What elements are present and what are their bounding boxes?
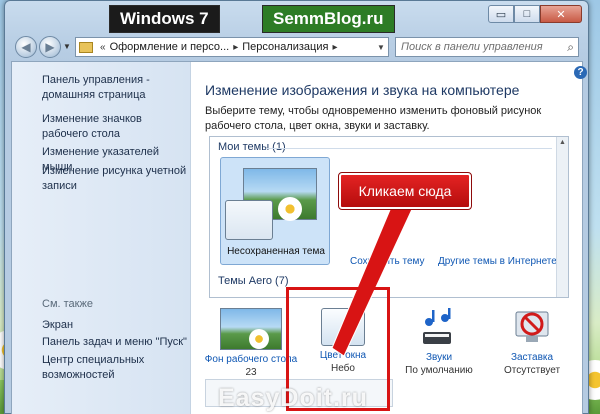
more-themes-online-link[interactable]: Другие темы в Интернете [438,256,557,267]
page-description: Выберите тему, чтобы одновременно измени… [205,105,542,132]
screensaver-label[interactable]: Заставка [484,352,580,363]
desktop-background-label[interactable]: Фон рабочего стола [203,354,299,365]
sidebar-link-home[interactable]: Панель управления - домашняя страница [42,73,187,103]
themes-scrollbar[interactable]: ▲ [556,137,568,297]
os-label: Windows 7 [109,5,220,33]
breadcrumb-personalization[interactable]: Персонализация [242,41,328,53]
recent-pages-dropdown-icon[interactable]: ▼ [63,42,71,51]
sidebar-link-account-picture[interactable]: Изменение рисунка учетной записи [42,164,187,194]
aero-themes-heading: Темы Aero (7) [218,275,289,287]
sounds-option[interactable]: Звуки По умолчанию [391,308,487,376]
theme-card-label: Несохраненная тема [227,246,325,257]
see-also-display[interactable]: Экран [42,318,187,333]
window-controls: ▭ □ ✕ [488,5,582,23]
search-input[interactable]: Поиск в панели управления ⌕ [395,37,579,57]
theme-window-color-thumbnail [225,200,273,240]
search-placeholder: Поиск в панели управления [401,41,543,53]
sidebar-link-desktop-icons[interactable]: Изменение значков рабочего стола [42,112,187,142]
group-divider [266,148,552,149]
page-title: Изменение изображения и звука на компьют… [205,82,520,98]
help-icon[interactable]: ? [574,66,587,79]
themes-list: Мои темы (1) Несохраненная тема Сохранит… [209,136,569,298]
control-panel-icon [79,41,93,53]
back-button[interactable]: ◀ [15,36,37,58]
chevron-right-icon[interactable]: « [100,42,106,53]
chevron-right-icon[interactable]: ▸ [332,42,337,53]
minimize-button[interactable]: ▭ [488,5,514,23]
wallpaper-icon [220,308,282,350]
address-dropdown-icon[interactable]: ▼ [374,43,388,52]
sounds-label[interactable]: Звуки [391,352,487,363]
navigation-row: ◀ ▶ ▼ « Оформление и персо... ▸ Персонал… [11,35,583,59]
search-icon[interactable]: ⌕ [567,40,574,55]
scroll-up-icon[interactable]: ▲ [559,139,566,146]
blog-label: SemmBlog.ru [262,5,395,33]
unsaved-theme-card[interactable]: Несохраненная тема [220,157,330,265]
sidebar: Панель управления - домашняя страница Из… [12,62,191,414]
screensaver-value: Отсутствует [503,365,561,376]
chevron-right-icon[interactable]: ▸ [233,42,238,53]
breadcrumb-appearance[interactable]: Оформление и персо... [110,41,230,53]
sounds-value: По умолчанию [405,365,473,376]
desktop-background-option[interactable]: Фон рабочего стола 23 [203,308,299,378]
sounds-icon [419,308,459,348]
annotation-callout: Кликаем сюда [338,172,472,210]
maximize-button[interactable]: □ [514,5,540,23]
see-also-taskbar[interactable]: Панель задач и меню "Пуск" [42,335,187,350]
close-button[interactable]: ✕ [540,5,582,23]
forward-button[interactable]: ▶ [39,36,61,58]
screensaver-option[interactable]: Заставка Отсутствует [484,308,580,376]
screensaver-icon [512,308,552,348]
daisy-image [278,197,302,221]
my-themes-heading: Мои темы (1) [218,141,286,153]
watermark: EasyDoit.ru [218,384,368,412]
address-bar[interactable]: « Оформление и персо... ▸ Персонализация… [75,37,389,57]
see-also-heading: См. также [42,298,93,310]
see-also-ease-of-access[interactable]: Центр специальных возможностей [42,353,187,383]
desktop-background-value: 23 [245,367,257,378]
save-theme-link[interactable]: Сохранить тему [350,256,425,267]
